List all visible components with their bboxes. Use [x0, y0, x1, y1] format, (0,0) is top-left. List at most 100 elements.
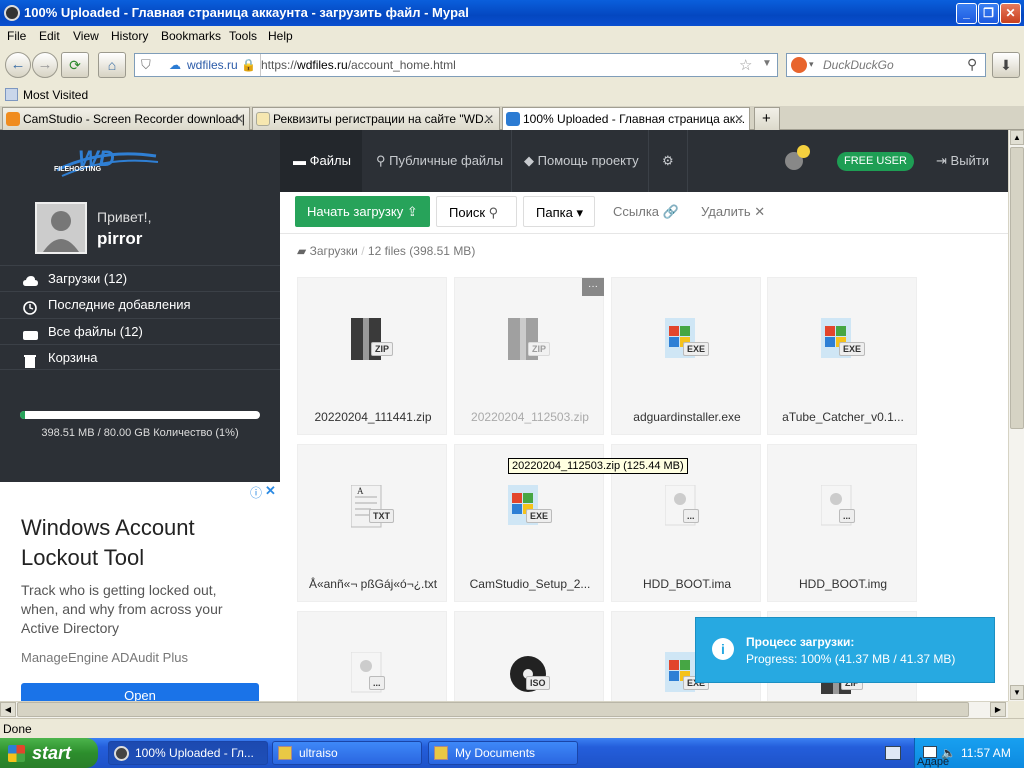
most-visited-bookmark[interactable]: Most Visited — [23, 88, 88, 102]
reload-icon[interactable]: ⟳ — [61, 52, 89, 78]
engine-dropdown-icon[interactable]: ▾ — [809, 59, 814, 70]
file-card[interactable]: ··· ZIP 20220204_112503.zip — [454, 277, 604, 435]
advertisement[interactable]: ⓘ ✕ Windows Account Lockout Tool Track w… — [0, 482, 280, 701]
sidebar-item-recent[interactable]: Последние добавления — [0, 291, 280, 317]
menu-view[interactable]: View — [73, 29, 99, 43]
ad-close-icon[interactable]: ✕ — [265, 483, 276, 499]
shield-icon[interactable]: ⛉ — [141, 57, 151, 73]
txt-file-icon: A TXT — [350, 484, 395, 529]
menu-help[interactable]: Help — [268, 29, 293, 43]
scroll-up-icon[interactable]: ▲ — [1010, 130, 1024, 145]
duckduckgo-icon[interactable] — [791, 57, 807, 73]
back-icon[interactable]: ← — [5, 52, 31, 78]
folder-dropdown-label: Папка — [536, 205, 573, 220]
breadcrumb-root[interactable]: Загрузки — [310, 244, 358, 258]
tab-close-icon[interactable]: ✕ — [234, 108, 244, 130]
start-upload-button[interactable]: Начать загрузку ⇪ — [295, 196, 430, 227]
maximize-button[interactable]: ❐ — [978, 3, 999, 24]
exe-file-icon: EXE — [665, 318, 710, 362]
task-ultraiso[interactable]: ultraiso — [272, 741, 422, 765]
breadcrumb: ▰ Загрузки / 12 files (398.51 MB) — [297, 244, 475, 258]
free-user-badge[interactable]: FREE USER — [837, 152, 914, 171]
clock-icon — [23, 298, 38, 315]
file-card[interactable]: ... — [297, 611, 447, 701]
more-options-button[interactable]: ··· — [582, 278, 604, 296]
avatar[interactable] — [35, 202, 87, 254]
url-text[interactable]: https://wdfiles.ru/account_home.html — [261, 58, 456, 72]
tab-close-icon[interactable]: ✕ — [484, 108, 494, 130]
tab-uploaded[interactable]: 100% Uploaded - Главная страница ак... ✕ — [502, 107, 750, 130]
menu-bookmarks[interactable]: Bookmarks — [161, 29, 221, 43]
nav-help[interactable]: ◆ Помощь проекту — [511, 130, 639, 192]
search-icon: ⚲ — [488, 205, 499, 220]
link-button[interactable]: Ссылка 🔗 — [601, 196, 691, 227]
breadcrumb-size: (398.51 MB) — [409, 244, 476, 258]
bookmark-star-icon[interactable]: ☆ — [739, 56, 752, 74]
task-label: My Documents — [455, 746, 536, 760]
scroll-right-icon[interactable]: ▶ — [990, 702, 1006, 717]
menu-history[interactable]: History — [111, 29, 148, 43]
sidebar-item-uploads[interactable]: Загрузки (12) — [0, 265, 280, 291]
settings-gear-icon[interactable]: ⚙ — [648, 130, 688, 192]
folder-dropdown[interactable]: Папка ▾ — [523, 196, 595, 227]
tab-close-icon[interactable]: ✕ — [734, 108, 744, 130]
ad-body: Track who is getting locked out, when, a… — [21, 582, 223, 636]
scroll-left-icon[interactable]: ◀ — [0, 702, 16, 717]
sidebar-item-trash[interactable]: Корзина — [0, 344, 280, 370]
envelope-icon — [256, 112, 270, 126]
generic-file-icon: ... — [664, 484, 709, 529]
search-icon[interactable]: ⚲ — [967, 56, 977, 73]
scroll-down-icon[interactable]: ▼ — [1010, 685, 1024, 700]
file-card[interactable]: ISO — [454, 611, 604, 701]
file-card[interactable]: ... HDD_BOOT.img — [767, 444, 917, 602]
address-bar[interactable]: ⛉ ☁ wdfiles.ru 🔒 https://wdfiles.ru/acco… — [134, 53, 778, 77]
file-name: HDD_BOOT.img — [798, 577, 887, 591]
search-button[interactable]: Поиск ⚲ — [436, 196, 517, 227]
ad-title[interactable]: Windows Account Lockout Tool — [21, 513, 231, 573]
file-card[interactable]: EXE adguardinstaller.exe — [611, 277, 761, 435]
tab-registration[interactable]: Реквизиты регистрации на сайте "WD... ✕ — [252, 107, 500, 130]
system-tray: 🔈 11:57 AM Aдаре — [914, 738, 1024, 768]
new-tab-button[interactable]: + — [754, 107, 780, 130]
vertical-scrollbar[interactable]: ▲ ▼ — [1008, 130, 1024, 701]
scroll-thumb[interactable] — [1010, 147, 1024, 429]
file-card[interactable]: ZIP 20220204_111441.zip — [297, 277, 447, 435]
menu-edit[interactable]: Edit — [39, 29, 60, 43]
menu-tools[interactable]: Tools — [229, 29, 257, 43]
ad-open-button[interactable]: Open — [21, 683, 259, 701]
notification-dot — [797, 145, 810, 158]
ad-info-icon[interactable]: ⓘ — [250, 484, 262, 501]
sidebar-item-label: Последние добавления — [48, 297, 191, 312]
forward-icon[interactable]: → — [32, 52, 58, 78]
file-card[interactable]: EXE aTube_Catcher_v0.1... — [767, 277, 917, 435]
browser-icon — [114, 746, 129, 761]
file-card[interactable]: A TXT Å«anñ«¬ pßGáj«ó¬¿.txt — [297, 444, 447, 602]
task-browser[interactable]: 100% Uploaded - Гл... — [108, 741, 268, 765]
svg-text:A: A — [357, 486, 364, 496]
file-type-badge: ... — [369, 676, 385, 690]
keyboard-icon[interactable] — [885, 746, 901, 760]
clock[interactable]: 11:57 AM — [961, 746, 1011, 760]
nav-public-files[interactable]: ⚲ Публичные файлы — [376, 130, 503, 192]
dropdown-icon[interactable]: ▼ — [762, 58, 772, 69]
download-icon[interactable]: ⬇ — [992, 52, 1020, 78]
minimize-button[interactable]: _ — [956, 3, 977, 24]
logout-link[interactable]: ⇥ Выйти — [936, 130, 989, 192]
sidebar-item-all-files[interactable]: Все файлы (12) — [0, 318, 280, 344]
close-button[interactable]: ✕ — [1000, 3, 1021, 24]
nav-files[interactable]: ▬ Файлы — [280, 130, 362, 192]
horizontal-scrollbar[interactable]: ◀ ▶ — [0, 701, 1008, 718]
delete-button[interactable]: Удалить ✕ — [689, 196, 777, 227]
search-box[interactable]: ▾ DuckDuckGo ⚲ — [786, 53, 986, 77]
wd-filehosting-logo[interactable]: WD FILEHOSTING — [52, 142, 162, 184]
menu-file[interactable]: File — [7, 29, 26, 43]
home-icon[interactable]: ⌂ — [98, 52, 126, 78]
tab-camstudio[interactable]: CamStudio - Screen Recorder download | .… — [2, 107, 250, 130]
zip-file-icon: ZIP — [508, 318, 552, 362]
site-identity[interactable]: ☁ wdfiles.ru 🔒 — [165, 54, 261, 76]
scroll-thumb[interactable] — [17, 702, 969, 717]
start-button[interactable]: start — [0, 738, 98, 768]
file-type-badge: TXT — [369, 509, 394, 523]
ad-brand: ManageEngine ADAudit Plus — [21, 650, 188, 665]
task-my-documents[interactable]: My Documents — [428, 741, 578, 765]
